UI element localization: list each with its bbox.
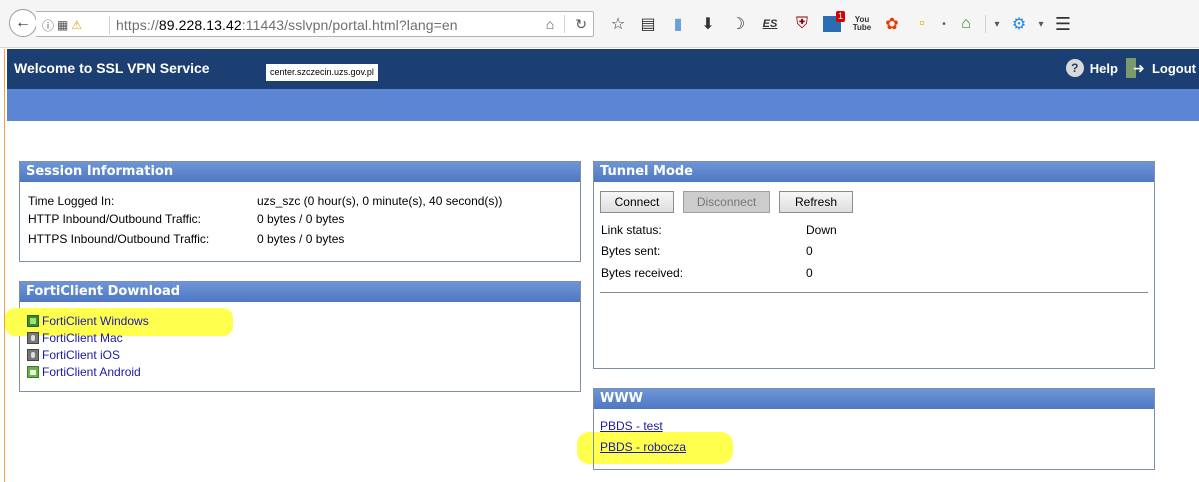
- session-row-value: 0 bytes / 0 bytes: [257, 232, 345, 246]
- url-path: :11443/sslvpn/portal.html?lang=en: [241, 17, 458, 33]
- www-body: PBDS - test PBDS - robocza: [594, 410, 1154, 469]
- url-bar[interactable]: ⓘ ▦ ⚠ https://89.228.13.42:11443/sslvpn/…: [36, 11, 594, 37]
- help-icon[interactable]: ?: [1065, 59, 1084, 77]
- page-left-border: [0, 49, 7, 482]
- logout-icon[interactable]: ➜: [1124, 58, 1146, 78]
- reading-list-icon[interactable]: ▤: [633, 12, 663, 36]
- info-icon[interactable]: ⓘ: [42, 17, 54, 34]
- download-label: FortiClient Windows: [42, 314, 149, 328]
- download-mac-link[interactable]: FortiClient Mac: [27, 330, 123, 346]
- session-row-label: HTTPS Inbound/Outbound Traffic:: [28, 232, 210, 246]
- home-dropdown-icon[interactable]: ▾: [990, 12, 1004, 36]
- tunnel-mode-panel: Tunnel Mode Connect Disconnect Refresh L…: [593, 161, 1155, 369]
- url-action-separator: [564, 15, 566, 33]
- download-windows-link[interactable]: FortiClient Windows: [27, 313, 149, 329]
- download-icon[interactable]: ⬇: [693, 12, 723, 36]
- www-title: WWW: [594, 389, 1154, 409]
- reload-icon[interactable]: ↻: [575, 16, 587, 33]
- session-row-value: 0 bytes / 0 bytes: [257, 212, 345, 226]
- page-icon: ▦: [57, 18, 69, 32]
- android-icon: [27, 366, 39, 378]
- portal-title: Welcome to SSL VPN Service: [14, 60, 210, 76]
- session-info-panel: Session Information Time Logged In: uzs_…: [19, 161, 581, 262]
- connect-button[interactable]: Connect: [600, 191, 674, 213]
- apple-icon: [27, 332, 39, 344]
- folder-icon[interactable]: ▫: [907, 12, 937, 36]
- back-button[interactable]: ←: [9, 9, 37, 37]
- bookmark-star-icon[interactable]: ☆: [603, 12, 633, 36]
- tunnel-row-value: Down: [806, 223, 837, 237]
- url-text[interactable]: https://89.228.13.42:11443/sslvpn/portal…: [116, 17, 458, 33]
- tunnel-mode-body: Connect Disconnect Refresh Link status: …: [594, 183, 1154, 368]
- logout-link[interactable]: Logout: [1152, 61, 1196, 76]
- www-link-pbds-test[interactable]: PBDS - test: [600, 419, 663, 433]
- tunnel-row-bytes-received: Bytes received: 0: [601, 266, 813, 282]
- url-separator: [109, 16, 110, 34]
- tunnel-row-bytes-sent: Bytes sent: 0: [601, 244, 813, 260]
- ublock-shield-icon[interactable]: ⛨: [787, 12, 817, 36]
- nav-bar: [7, 89, 1199, 121]
- tunnel-row-value: 0: [806, 266, 813, 280]
- apple-icon: [27, 349, 39, 361]
- home-icon[interactable]: ⌂: [951, 12, 981, 36]
- download-ios-link[interactable]: FortiClient iOS: [27, 347, 120, 363]
- refresh-button[interactable]: Refresh: [779, 191, 853, 213]
- url-actions: ⌂ ↻: [546, 15, 587, 33]
- url-scheme: https://: [116, 17, 159, 33]
- tunnel-mode-title: Tunnel Mode: [594, 162, 1154, 182]
- tunnel-row-value: 0: [806, 244, 813, 258]
- home-page-icon[interactable]: ⌂: [546, 16, 554, 32]
- session-row-value: uzs_szc (0 hour(s), 0 minute(s), 40 seco…: [257, 194, 503, 208]
- sync-dropdown-icon[interactable]: ▾: [1034, 12, 1048, 36]
- toolbar-separator: [985, 15, 986, 33]
- notification-extension-icon[interactable]: 1: [817, 11, 847, 36]
- hamburger-menu-icon[interactable]: ☰: [1048, 12, 1078, 36]
- www-panel: WWW PBDS - test PBDS - robocza: [593, 388, 1155, 470]
- forticlient-download-panel: FortiClient Download FortiClient Windows…: [5, 281, 581, 392]
- download-label: FortiClient Mac: [42, 331, 123, 345]
- session-info-body: Time Logged In: uzs_szc (0 hour(s), 0 mi…: [20, 183, 580, 261]
- help-link[interactable]: Help: [1090, 61, 1118, 76]
- forticlient-download-body: FortiClient Windows FortiClient Mac Fort…: [5, 303, 580, 391]
- browser-toolbar: ← ⓘ ▦ ⚠ https://89.228.13.42:11443/sslvp…: [0, 0, 1199, 48]
- toolbar-icons: ☆ ▤ ▮ ⬇ ☽ ES ⛨ 1 You Tube ✿ ▫ • ⌂ ▾ ⚙ ▾ ☰: [603, 11, 1078, 36]
- url-host: 89.228.13.42: [158, 17, 242, 33]
- back-arrow-icon: ←: [15, 14, 31, 31]
- youtube-icon[interactable]: You Tube: [847, 12, 877, 36]
- tunnel-row-link-status: Link status: Down: [601, 223, 837, 239]
- session-row-label: Time Logged In:: [28, 194, 115, 208]
- es-extension-icon[interactable]: ES: [753, 12, 787, 36]
- overflow-dot-icon[interactable]: •: [937, 12, 951, 36]
- download-label: FortiClient iOS: [42, 348, 121, 362]
- download-android-link[interactable]: FortiClient Android: [27, 364, 141, 380]
- url-status-icons[interactable]: ⓘ ▦ ⚠: [42, 16, 82, 34]
- header-actions: ? Help ➜ Logout: [1065, 58, 1196, 78]
- insecure-lock-icon[interactable]: ⚠: [71, 18, 82, 32]
- disconnect-button[interactable]: Disconnect: [683, 191, 770, 213]
- www-link-pbds-robocza[interactable]: PBDS - robocza: [600, 440, 686, 454]
- download-label: FortiClient Android: [42, 365, 141, 379]
- reader-view-icon[interactable]: ▮: [663, 12, 693, 36]
- session-row-label: HTTP Inbound/Outbound Traffic:: [28, 212, 201, 226]
- forticlient-download-title: FortiClient Download: [20, 282, 580, 302]
- windows-icon: [27, 315, 39, 327]
- firefox-extension-icon[interactable]: ✿: [877, 12, 907, 36]
- host-label: center.szczecin.uzs.gov.pl: [266, 64, 378, 81]
- tunnel-divider: [600, 292, 1148, 293]
- tunnel-row-label: Bytes sent:: [601, 244, 661, 258]
- portal-header: Welcome to SSL VPN Service center.szczec…: [7, 49, 1199, 89]
- session-info-title: Session Information: [20, 162, 580, 182]
- sync-extension-icon[interactable]: ⚙: [1004, 12, 1034, 36]
- moon-icon[interactable]: ☽: [723, 12, 753, 36]
- tunnel-row-label: Bytes received:: [601, 266, 684, 280]
- tunnel-row-label: Link status:: [601, 223, 662, 237]
